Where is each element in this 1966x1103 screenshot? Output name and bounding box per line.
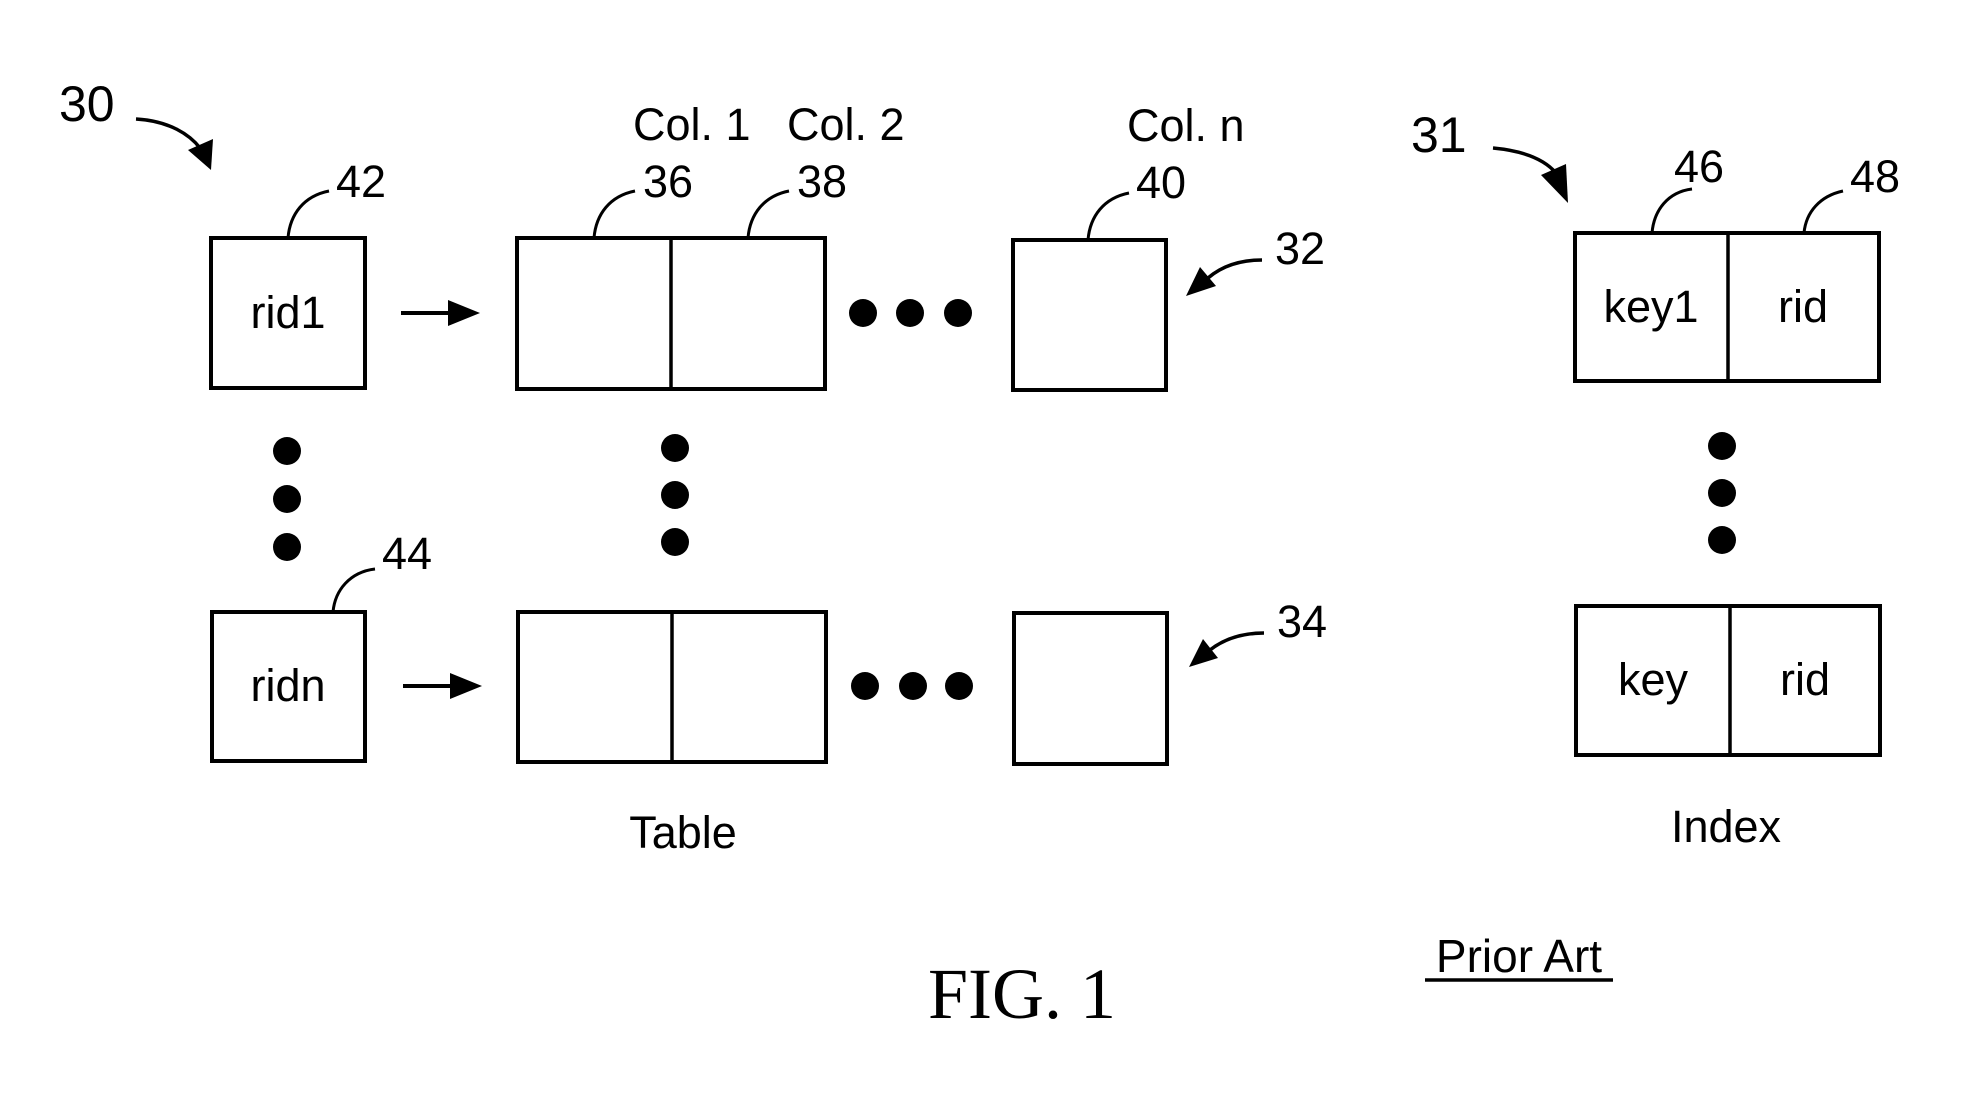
column-label-n: Col. n [1127,100,1245,151]
index-field-ref-46: 46 [1674,141,1724,192]
ellipsis-dot [1708,526,1736,554]
row-ref-32-arrow [1186,258,1263,296]
ellipsis-dot [661,434,689,462]
row-ref-34-arrow [1189,631,1265,667]
ellipsis-dot [945,672,973,700]
column-ref-38: 38 [797,156,847,207]
row-1-col-n-cell [1011,238,1168,392]
rid-label-1: rid1 [250,287,325,338]
ellipsis-dot [661,528,689,556]
rid-label-n: ridn [250,660,325,711]
ellipsis-dot [896,299,924,327]
index-entry-n: key rid [1574,604,1882,757]
table-caption: Table [629,807,737,858]
table-vertical-ellipsis [661,434,689,556]
table-row-n: ridn 44 34 [210,528,1327,766]
ellipsis-dot [1708,432,1736,460]
rid-ref-42: 42 [336,156,386,207]
ellipsis-dot [661,481,689,509]
column-ref-40: 40 [1136,157,1186,208]
ellipsis-dot [273,533,301,561]
ellipsis-dot [849,299,877,327]
rid-vertical-ellipsis [273,437,301,561]
index-rid-1: rid [1778,281,1828,332]
index-section-ref: 31 [1411,107,1467,163]
ellipsis-dot [899,672,927,700]
column-ref-40-leader [1086,191,1130,241]
ellipsis-dot [1708,479,1736,507]
ellipsis-dot [851,672,879,700]
index-vertical-ellipsis [1708,432,1736,554]
index-entry-1: key1 rid [1573,231,1881,383]
column-label-2: Col. 2 [787,99,905,150]
figure-title: FIG. 1 [928,954,1116,1034]
column-label-1: Col. 1 [633,99,751,150]
index-caption: Index [1671,801,1782,852]
index-field-ref-48-leader [1802,189,1844,234]
rid-ref-44: 44 [382,528,432,579]
column-ref-36-leader [592,189,636,239]
index-key-1: key1 [1603,281,1698,332]
ellipsis-dot [273,485,301,513]
row-ref-34: 34 [1277,596,1327,647]
index-field-ref-46-leader [1650,187,1693,234]
index-key-n: key [1618,654,1689,705]
ellipsis-dot [944,299,972,327]
index-field-ref-48: 48 [1850,151,1900,202]
index-rid-n: rid [1780,654,1830,705]
rid-to-row-arrow-n [403,673,482,699]
rid-to-row-arrow-1 [401,300,480,326]
column-ref-36: 36 [643,156,693,207]
prior-art-diagram: 30 Col. 1 Col. 2 Col. n 36 38 40 rid1 42… [59,76,1900,1034]
row-n-col-n-cell [1012,611,1169,766]
column-ref-38-leader [746,189,790,239]
row-ref-32: 32 [1275,223,1325,274]
rid-ref-42-leader [286,189,330,239]
table-section-pointer-arrow [135,117,213,170]
ellipsis-dot [273,437,301,465]
rid-ref-44-leader [331,567,376,613]
table-section-ref: 30 [59,76,115,132]
index-section-pointer-arrow [1492,146,1568,203]
prior-art-note: Prior Art [1436,930,1602,982]
